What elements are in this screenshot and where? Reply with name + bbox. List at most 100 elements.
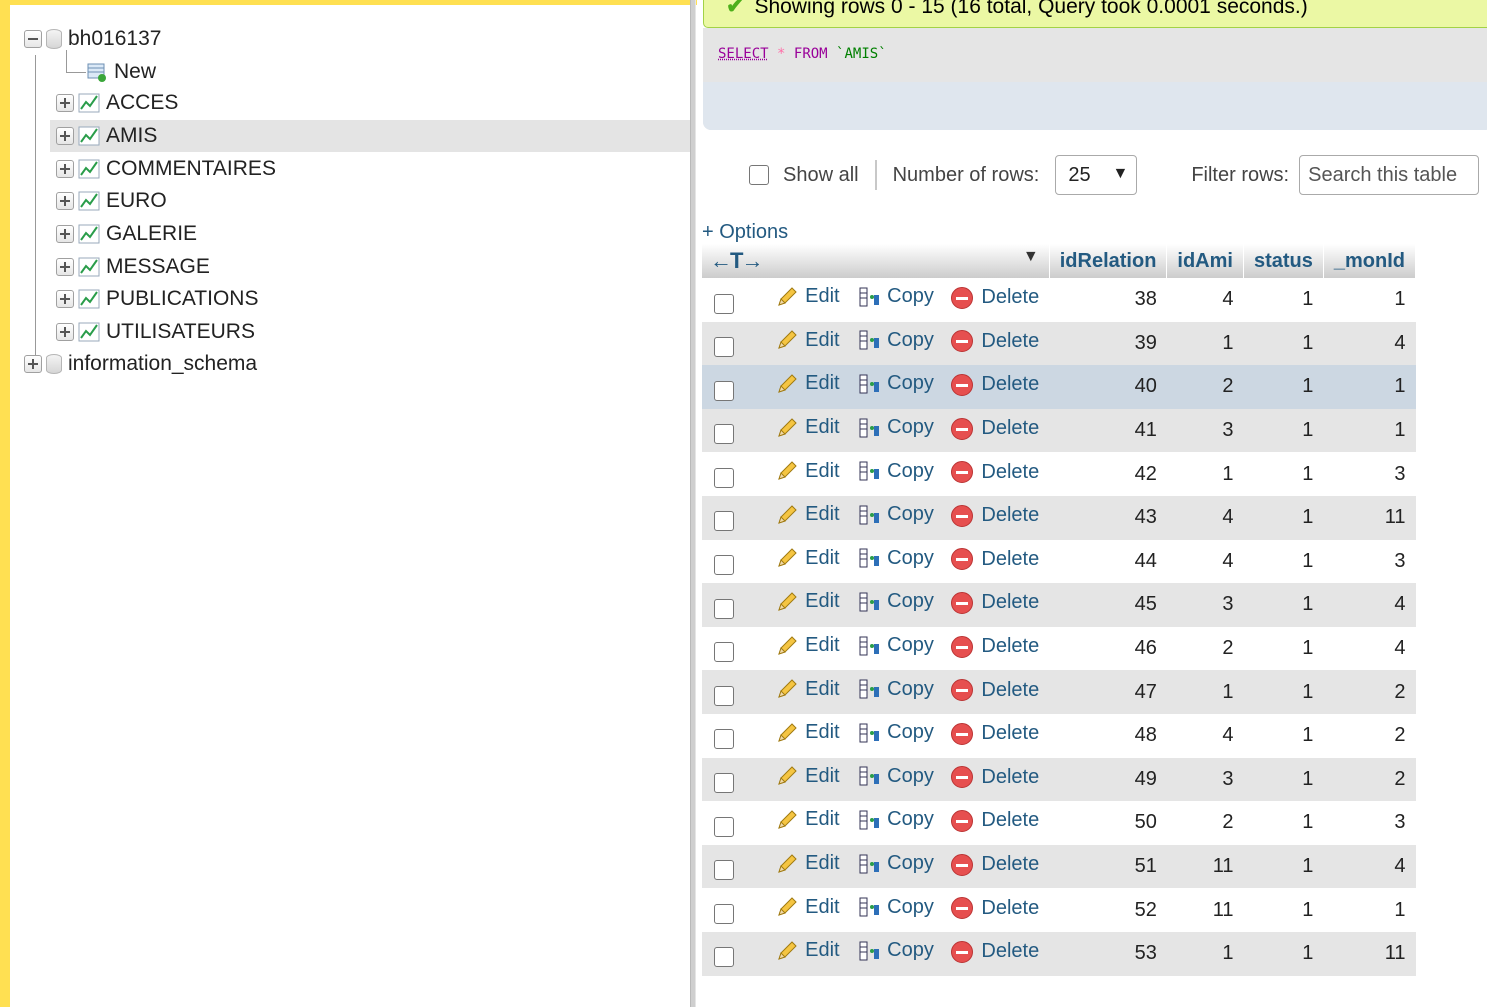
nav-table-amis[interactable]: AMIS [50, 120, 692, 152]
delete-link[interactable]: Delete [951, 940, 1039, 963]
copy-link[interactable]: Copy [857, 939, 934, 963]
expand-icon[interactable] [56, 160, 74, 178]
row-checkbox[interactable] [714, 903, 734, 924]
nav-table-utilisateurs[interactable]: UTILISATEURS [56, 316, 255, 348]
edit-link[interactable]: Edit [775, 328, 840, 352]
edit-link[interactable]: Edit [775, 677, 840, 701]
num-rows-select[interactable]: 25 ▼ [1055, 155, 1138, 195]
column-header-monid[interactable]: _monId [1323, 244, 1417, 278]
options-link[interactable]: + Options [702, 221, 788, 244]
row-checkbox[interactable] [714, 337, 734, 358]
delete-link[interactable]: Delete [951, 679, 1039, 702]
edit-link[interactable]: Edit [775, 285, 840, 309]
table-row[interactable]: Edit Copy Delete 47 1 1 2 [702, 670, 1416, 714]
table-row[interactable]: Edit Copy Delete 42 1 1 3 [702, 452, 1416, 496]
row-checkbox[interactable] [714, 642, 734, 663]
row-checkbox[interactable] [714, 685, 734, 706]
table-row[interactable]: Edit Copy Delete 43 4 1 11 [702, 495, 1416, 540]
table-row[interactable]: Edit Copy Delete 44 4 1 3 [702, 539, 1416, 584]
nav-table-message[interactable]: MESSAGE [56, 251, 210, 283]
nav-table-publications[interactable]: PUBLICATIONS [56, 283, 258, 315]
row-checkbox[interactable] [714, 729, 734, 750]
collapse-icon[interactable] [24, 30, 42, 48]
table-row[interactable]: Edit Copy Delete 41 3 1 1 [702, 408, 1416, 453]
delete-link[interactable]: Delete [951, 286, 1039, 309]
sql-keyword-select[interactable]: SELECT [718, 46, 769, 62]
expand-icon[interactable] [56, 127, 74, 145]
row-checkbox[interactable] [714, 293, 734, 314]
expand-icon[interactable] [56, 323, 74, 341]
expand-icon[interactable] [56, 192, 74, 210]
copy-link[interactable]: Copy [857, 721, 934, 745]
show-all-checkbox[interactable] [749, 165, 769, 185]
table-row[interactable]: Edit Copy Delete 40 2 1 1 [702, 365, 1416, 409]
copy-link[interactable]: Copy [857, 852, 934, 876]
expand-icon[interactable] [24, 355, 42, 373]
panel-splitter[interactable] [690, 0, 696, 1007]
edit-link[interactable]: Edit [775, 590, 840, 614]
nav-db-information-schema[interactable]: information_schema [24, 348, 257, 380]
table-row[interactable]: Edit Copy Delete 49 3 1 2 [702, 757, 1416, 802]
edit-link[interactable]: Edit [775, 503, 840, 527]
row-checkbox[interactable] [714, 773, 734, 794]
delete-link[interactable]: Delete [951, 504, 1039, 527]
copy-link[interactable]: Copy [857, 546, 934, 570]
edit-link[interactable]: Edit [775, 721, 840, 745]
copy-link[interactable]: Copy [857, 895, 934, 919]
copy-link[interactable]: Copy [857, 503, 934, 527]
delete-link[interactable]: Delete [951, 373, 1039, 396]
edit-link[interactable]: Edit [775, 459, 840, 483]
delete-link[interactable]: Delete [951, 722, 1039, 745]
delete-link[interactable]: Delete [951, 809, 1039, 832]
edit-link[interactable]: Edit [775, 634, 840, 658]
expand-icon[interactable] [56, 94, 74, 112]
delete-link[interactable]: Delete [951, 417, 1039, 440]
row-checkbox[interactable] [714, 598, 734, 619]
copy-link[interactable]: Copy [857, 590, 934, 614]
delete-link[interactable]: Delete [951, 635, 1039, 658]
table-row[interactable]: Edit Copy Delete 46 2 1 4 [702, 626, 1416, 671]
copy-link[interactable]: Copy [857, 285, 934, 309]
table-row[interactable]: Edit Copy Delete 45 3 1 4 [702, 583, 1416, 627]
copy-link[interactable]: Copy [857, 677, 934, 701]
table-row[interactable]: Edit Copy Delete 39 1 1 4 [702, 321, 1416, 366]
copy-link[interactable]: Copy [857, 634, 934, 658]
column-resize-arrows-icon[interactable]: ←T→ [710, 248, 763, 273]
nav-table-commentaires[interactable]: COMMENTAIRES [56, 153, 276, 185]
delete-link[interactable]: Delete [951, 591, 1039, 614]
nav-new-table[interactable]: New [86, 56, 156, 88]
delete-link[interactable]: Delete [951, 461, 1039, 484]
copy-link[interactable]: Copy [857, 459, 934, 483]
edit-link[interactable]: Edit [775, 939, 840, 963]
nav-table-acces[interactable]: ACCES [56, 87, 692, 119]
delete-link[interactable]: Delete [951, 548, 1039, 571]
sort-dropdown-icon[interactable]: ▼ [1023, 248, 1039, 266]
column-header-status[interactable]: status [1243, 244, 1324, 278]
copy-link[interactable]: Copy [857, 416, 934, 440]
nav-table-euro[interactable]: EURO [56, 185, 167, 217]
expand-icon[interactable] [56, 225, 74, 243]
edit-link[interactable]: Edit [775, 372, 840, 396]
delete-link[interactable]: Delete [951, 897, 1039, 920]
expand-icon[interactable] [56, 258, 74, 276]
table-row[interactable]: Edit Copy Delete 48 4 1 2 [702, 713, 1416, 758]
edit-link[interactable]: Edit [775, 808, 840, 832]
copy-link[interactable]: Copy [857, 764, 934, 788]
column-header-idami[interactable]: idAmi [1166, 244, 1244, 278]
copy-link[interactable]: Copy [857, 808, 934, 832]
table-row[interactable]: Edit Copy Delete 50 2 1 3 [702, 801, 1416, 845]
row-checkbox[interactable] [714, 380, 734, 401]
edit-link[interactable]: Edit [775, 546, 840, 570]
expand-icon[interactable] [56, 290, 74, 308]
table-row[interactable]: Edit Copy Delete 52 11 1 1 [702, 888, 1416, 932]
nav-table-galerie[interactable]: GALERIE [56, 218, 197, 250]
nav-db-bh016137[interactable]: bh016137 [24, 23, 161, 55]
copy-link[interactable]: Copy [857, 328, 934, 352]
delete-link[interactable]: Delete [951, 330, 1039, 353]
row-checkbox[interactable] [714, 555, 734, 576]
row-checkbox[interactable] [714, 467, 734, 488]
column-header-idrelation[interactable]: idRelation [1049, 244, 1168, 278]
edit-link[interactable]: Edit [775, 852, 840, 876]
row-checkbox[interactable] [714, 947, 734, 968]
edit-link[interactable]: Edit [775, 416, 840, 440]
